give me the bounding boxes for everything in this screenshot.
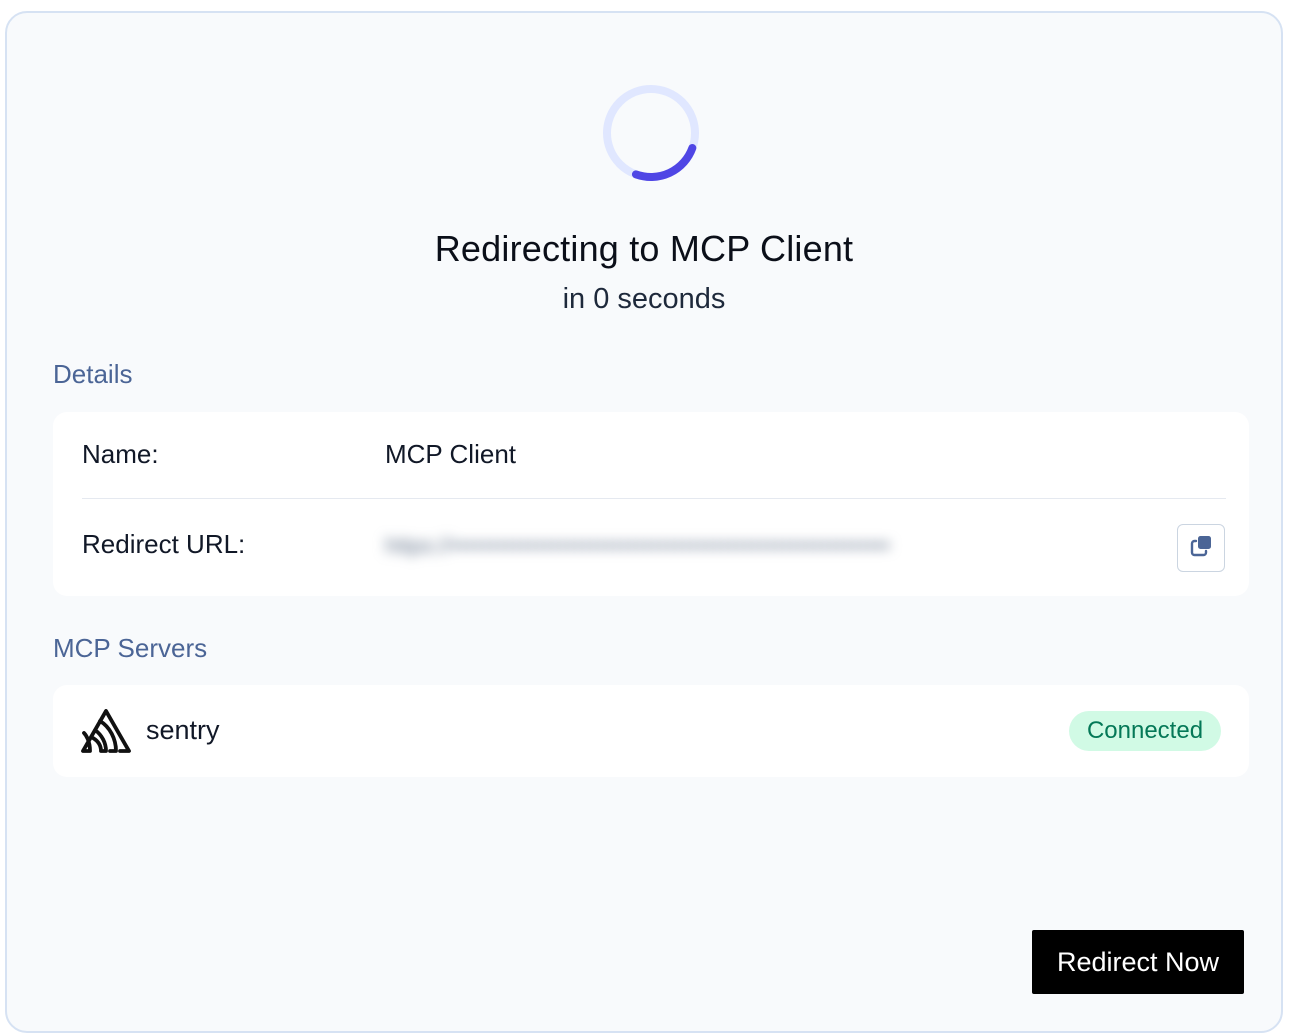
mcp-servers-section-label: MCP Servers [53, 633, 208, 663]
redirect-url-label: Redirect URL: [82, 529, 246, 559]
name-value: MCP Client [385, 439, 517, 469]
details-panel: Name: MCP Client Redirect URL: https://•… [53, 412, 1249, 596]
redirect-url-value: https://••••••••••••••••••••••••••••••••… [385, 533, 891, 558]
server-name: sentry [146, 715, 220, 745]
sentry-logo-icon [80, 707, 132, 755]
countdown-text: in 0 seconds [562, 283, 726, 315]
loading-spinner-icon [599, 81, 703, 185]
server-list-item: sentry Connected [53, 685, 1249, 777]
redirect-now-button[interactable]: Redirect Now [1032, 930, 1244, 994]
details-divider [82, 498, 1226, 499]
page-title: Redirecting to MCP Client [434, 228, 854, 269]
redirect-card: Redirecting to MCP Client in 0 seconds D… [5, 11, 1283, 1033]
status-badge: Connected [1069, 711, 1221, 751]
copy-icon [1188, 533, 1214, 564]
copy-url-button[interactable] [1177, 524, 1225, 572]
details-section-label: Details [53, 359, 133, 389]
name-label: Name: [82, 439, 159, 469]
